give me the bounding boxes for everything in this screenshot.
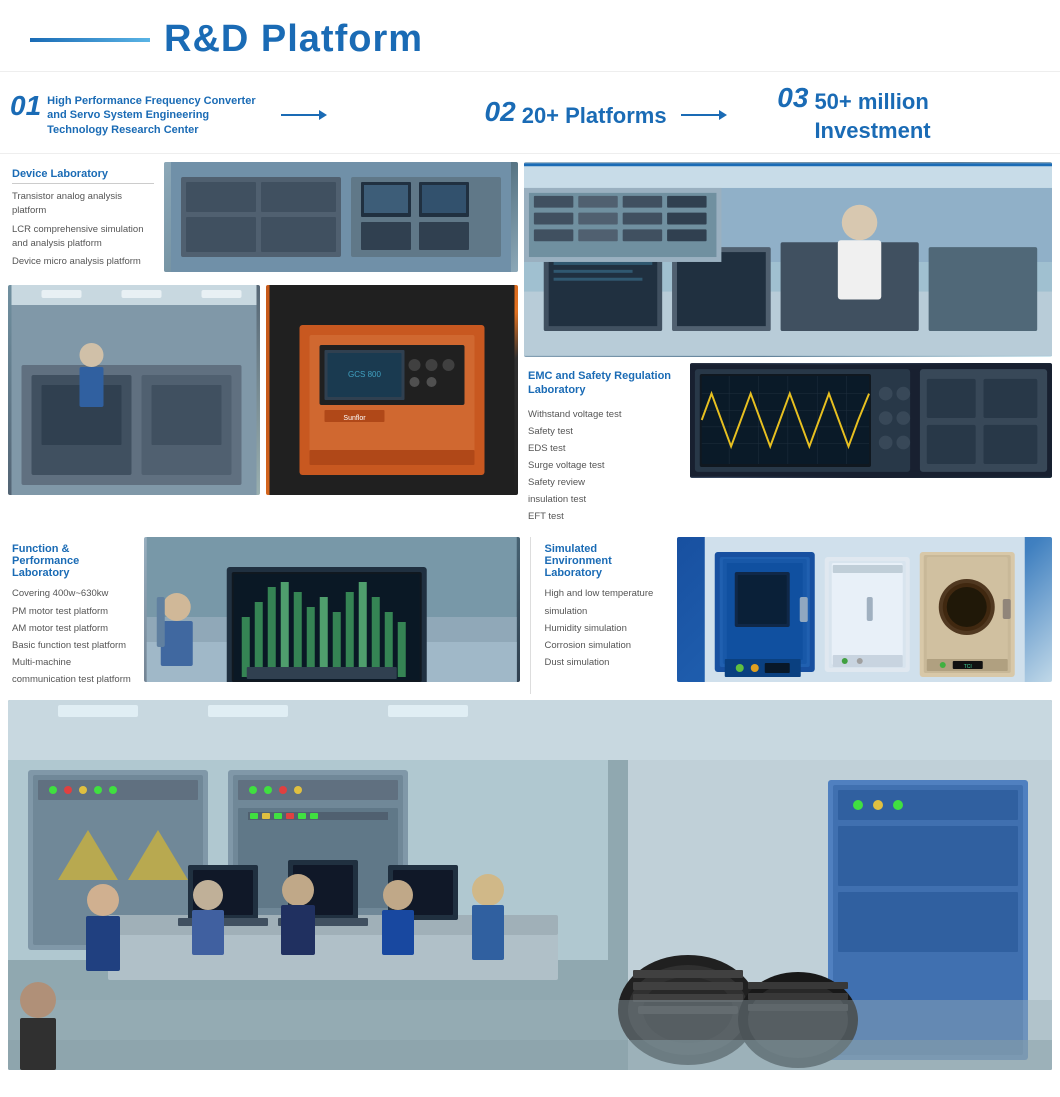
device-lab-photo — [164, 162, 518, 272]
badge-02-arrow — [681, 114, 721, 116]
badge-03-num: 03 — [777, 84, 808, 112]
svg-text:Sunflor: Sunflor — [343, 415, 366, 422]
simulated-item-3: Dust simulation — [545, 654, 667, 671]
section-divider — [530, 537, 531, 694]
page-header: R&D Platform — [0, 0, 1060, 72]
oscilloscope-photo — [690, 363, 1052, 478]
header-accent-line — [30, 38, 150, 42]
badge-01-num: 01 — [10, 92, 41, 120]
device-lab-title: Device Laboratory — [12, 168, 154, 184]
device-lab-item-0: Transistor analog analysis platform — [12, 190, 154, 219]
middle-section: Function & Performance Laboratory Coveri… — [8, 537, 1052, 694]
svg-text:GCS 800: GCS 800 — [348, 370, 381, 379]
badge-03-text: 50+ million Investment — [814, 84, 1034, 145]
func-lab-text: Function & Performance Laboratory Coveri… — [8, 537, 138, 694]
badge-01-arrow — [281, 114, 321, 116]
emc-item-5: insulation test — [528, 491, 680, 508]
device-lab-item-2: Device micro analysis platform — [12, 255, 154, 269]
simulated-item-2: Corrosion simulation — [545, 637, 667, 654]
func-lab-item-2: AM motor test platform — [12, 620, 134, 637]
big-lab-photo — [8, 700, 1052, 1070]
right-column: EMC and Safety Regulation Laboratory Wit… — [524, 162, 1052, 531]
device-lab-box: Device Laboratory Transistor analog anal… — [8, 162, 518, 279]
emc-item-3: Surge voltage test — [528, 457, 680, 474]
simulated-item-1: Humidity simulation — [545, 620, 667, 637]
func-lab-item-0: Covering 400w~630kw — [12, 585, 134, 602]
factory-photos-row: GCS 800 Sunflor — [8, 285, 518, 495]
badge-02-text: 20+ Platforms — [522, 98, 667, 131]
emc-item-4: Safety review — [528, 474, 680, 491]
emc-lab-title: EMC and Safety Regulation Laboratory — [528, 369, 680, 398]
badge-02: 02 20+ Platforms — [465, 98, 758, 131]
emc-text: EMC and Safety Regulation Laboratory Wit… — [524, 363, 684, 531]
svg-text:TCI: TCI — [963, 664, 971, 670]
device-lab-text: Device Laboratory Transistor analog anal… — [8, 162, 158, 279]
emc-item-1: Safety test — [528, 423, 680, 440]
emc-box: EMC and Safety Regulation Laboratory Wit… — [524, 363, 1052, 531]
badge-02-num: 02 — [485, 98, 516, 126]
func-lab-item-1: PM motor test platform — [12, 603, 134, 620]
badge-01: 01 High Performance Frequency Converter … — [10, 92, 465, 137]
device-lab-item-1: LCR comprehensive simulation and analysi… — [12, 223, 154, 252]
emc-item-2: EDS test — [528, 440, 680, 457]
simulated-lab-title: Simulated Environment Laboratory — [545, 543, 667, 579]
temp-chamber-photo: TCI — [677, 537, 1053, 682]
orange-equipment-photo: GCS 800 Sunflor — [266, 285, 518, 495]
badge-01-text: High Performance Frequency Converter and… — [47, 92, 267, 137]
badges-row: 01 High Performance Frequency Converter … — [0, 72, 1060, 154]
factory-photo-1 — [8, 285, 260, 495]
func-lab-box: Function & Performance Laboratory Coveri… — [8, 537, 520, 694]
left-column: Device Laboratory Transistor analog anal… — [8, 162, 518, 531]
workstation-photo — [524, 162, 1052, 357]
simulated-text: Simulated Environment Laboratory High an… — [541, 537, 671, 694]
badge-03: 03 50+ million Investment — [757, 84, 1050, 145]
page-title: R&D Platform — [164, 18, 423, 61]
main-content: Device Laboratory Transistor analog anal… — [0, 154, 1060, 1078]
emc-item-0: Withstand voltage test — [528, 406, 680, 423]
func-lab-title: Function & Performance Laboratory — [12, 543, 134, 579]
simulated-item-0: High and low temperature simulation — [545, 585, 667, 619]
func-lab-photo — [144, 537, 520, 682]
func-lab-item-3: Basic function test platform — [12, 637, 134, 654]
top-section: Device Laboratory Transistor analog anal… — [8, 162, 1052, 531]
emc-item-6: EFT test — [528, 508, 680, 525]
func-lab-item-4: Multi-machine communication test platfor… — [12, 654, 134, 688]
simulated-box: Simulated Environment Laboratory High an… — [541, 537, 1053, 694]
